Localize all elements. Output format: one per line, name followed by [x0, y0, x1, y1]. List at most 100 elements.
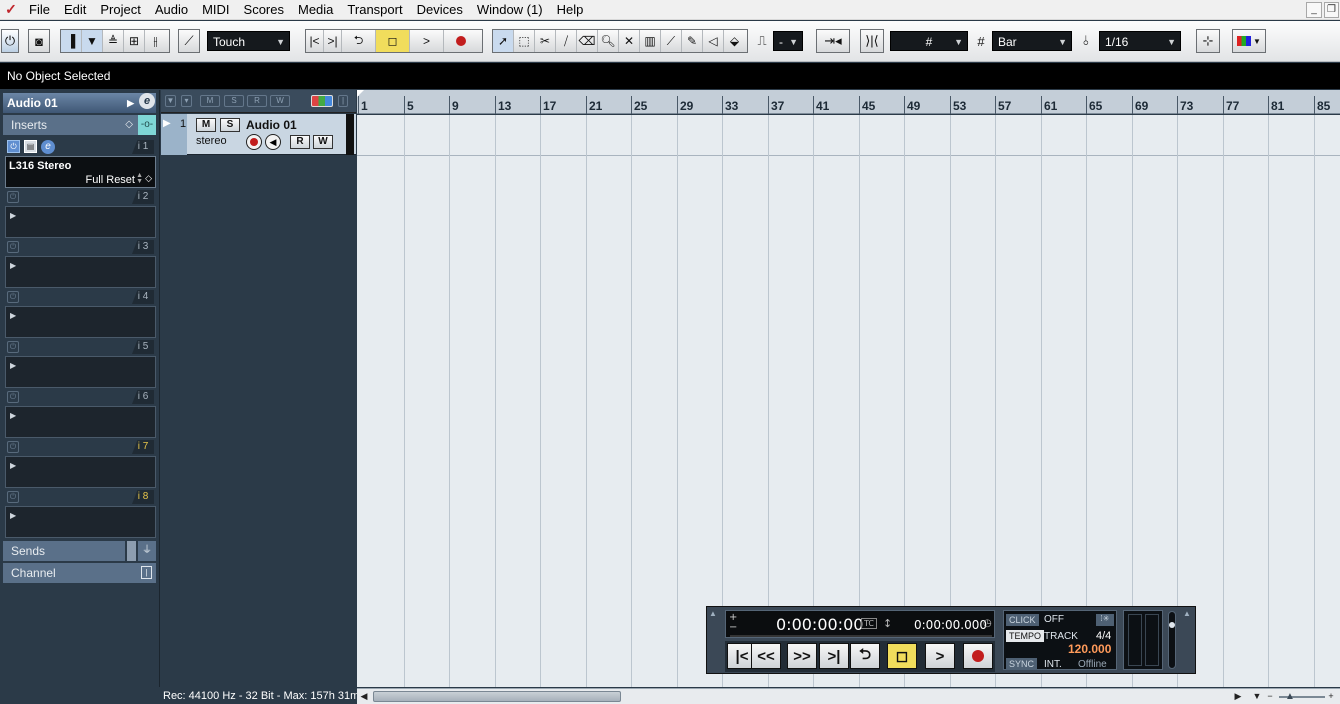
menu-help[interactable]: Help: [550, 0, 591, 20]
fast-forward-icon[interactable]: >>: [787, 643, 817, 669]
collapse-icon[interactable]: ▾: [181, 95, 192, 107]
power-icon[interactable]: ⏻: [7, 391, 19, 403]
menu-transport[interactable]: Transport: [340, 0, 409, 20]
insert-slot-8[interactable]: ▶: [5, 506, 156, 538]
power-icon[interactable]: ⏻: [7, 491, 19, 503]
insert-slot-1[interactable]: L316 Stereo Full Reset ▲ ▼ ◇: [5, 156, 156, 188]
constrain-delay-button[interactable]: ◙: [28, 29, 50, 53]
track-list-options-icon[interactable]: |: [338, 95, 348, 107]
mute-button[interactable]: M: [196, 118, 216, 132]
primary-time[interactable]: 0:00:00:00: [776, 615, 863, 634]
snap-grid-icon[interactable]: #: [972, 29, 990, 53]
power-icon[interactable]: ⏻: [7, 140, 20, 153]
quantize-preset-select[interactable]: 1/16 ▼: [1099, 31, 1181, 51]
snap-mode-select[interactable]: # ▼: [890, 31, 968, 51]
color-palette-button[interactable]: ▼: [1232, 29, 1266, 53]
infoline-toggle-icon[interactable]: ▼: [82, 30, 103, 52]
preset-stepper-icon[interactable]: ▲ ▼: [136, 172, 143, 185]
menu-media[interactable]: Media: [291, 0, 340, 20]
position-slider[interactable]: [730, 635, 992, 637]
go-to-start-icon[interactable]: |<: [306, 30, 324, 52]
mute-tool-icon[interactable]: ✕: [619, 30, 640, 52]
channel-section-header[interactable]: Channel |: [3, 563, 156, 583]
click-toggle[interactable]: CLICK: [1006, 614, 1039, 626]
insert-slot-4[interactable]: ▶: [5, 306, 156, 338]
power-icon[interactable]: ⏻: [7, 341, 19, 353]
menu-midi[interactable]: MIDI: [195, 0, 236, 20]
cycle-icon[interactable]: ⮌: [850, 643, 880, 669]
add-track-icon[interactable]: ▼: [165, 95, 176, 107]
split-tool-icon[interactable]: ✂: [535, 30, 556, 52]
nudge-minus-icon[interactable]: −: [729, 622, 737, 633]
panel-expand-icon[interactable]: ▲: [1183, 609, 1192, 618]
scroll-right-icon[interactable]: ▶: [1231, 690, 1245, 703]
track-audio-01[interactable]: ▶ 1 M S Audio 01 stereo ◀ R W: [161, 114, 356, 155]
zoom-presets-icon[interactable]: ▼: [1250, 690, 1264, 703]
bar-ruler[interactable]: 1 5 9 13 17 21 25 29 33 37 41 45 49 53 57 61 65 69 73 77 81 8…: [357, 90, 1340, 114]
record-icon[interactable]: [444, 30, 478, 52]
swap-time-icon[interactable]: ↕: [883, 617, 892, 630]
global-mute-icon[interactable]: M: [200, 95, 220, 107]
inserts-section-header[interactable]: Inserts ◇: [3, 115, 139, 135]
inserts-bypass-icon[interactable]: -o-: [138, 115, 156, 135]
tempo-toggle[interactable]: TEMPO: [1006, 630, 1045, 642]
automation-mode-icon[interactable]: ⟋: [178, 29, 200, 53]
menu-file[interactable]: File: [22, 0, 57, 20]
quantize-icon[interactable]: ⫰: [1077, 29, 1095, 53]
overview-toggle-icon[interactable]: ≜: [103, 30, 124, 52]
inspector-track-title[interactable]: Audio 01 ▶: [3, 93, 156, 113]
read-automation-button[interactable]: R: [290, 135, 310, 149]
quantize-settings-button[interactable]: ⊹: [1196, 29, 1220, 53]
sends-bypass-icon[interactable]: ⏚: [138, 541, 156, 561]
insert-slot-5[interactable]: ▶: [5, 356, 156, 388]
zoom-in-icon[interactable]: +: [1324, 690, 1338, 703]
menu-scores[interactable]: Scores: [237, 0, 291, 20]
menu-window[interactable]: Window (1): [470, 0, 550, 20]
menu-edit[interactable]: Edit: [57, 0, 93, 20]
record-enable-button[interactable]: [246, 134, 262, 150]
autoscroll-button[interactable]: ⇥◂: [816, 29, 850, 53]
pool-toggle-icon[interactable]: ⊞: [124, 30, 145, 52]
menu-devices[interactable]: Devices: [410, 0, 470, 20]
monitor-button[interactable]: ◀: [265, 134, 281, 150]
time-format-badge[interactable]: TC: [861, 618, 878, 629]
automation-mode-select[interactable]: Touch ▼: [207, 31, 290, 51]
go-to-end-icon[interactable]: >|: [819, 643, 849, 669]
time-signature[interactable]: 4/4: [1096, 630, 1111, 642]
track-nudge-select[interactable]: - ▼: [773, 31, 803, 51]
cycle-icon[interactable]: ⮌: [342, 30, 376, 52]
play-icon[interactable]: >: [925, 643, 955, 669]
write-automation-button[interactable]: W: [313, 135, 333, 149]
rewind-icon[interactable]: <<: [751, 643, 781, 669]
minimize-icon[interactable]: _: [1306, 2, 1322, 18]
scroll-left-icon[interactable]: ◀: [357, 690, 371, 703]
global-read-icon[interactable]: R: [247, 95, 267, 107]
insert-slot-6[interactable]: ▶: [5, 406, 156, 438]
zoom-tool-icon[interactable]: 🔍︎: [598, 30, 619, 52]
diamond-icon[interactable]: ◇: [145, 173, 152, 184]
mixer-toggle-icon[interactable]: ⫲: [145, 30, 166, 52]
track-colors-icon[interactable]: [311, 95, 333, 107]
event-display[interactable]: [357, 115, 1340, 687]
scroll-thumb[interactable]: [373, 691, 621, 702]
menu-audio[interactable]: Audio: [148, 0, 195, 20]
play-icon[interactable]: >: [410, 30, 444, 52]
draw-tool-icon[interactable]: ✎: [682, 30, 703, 52]
click-settings-icon[interactable]: ⁞✳: [1096, 614, 1114, 626]
stop-icon[interactable]: ◻: [887, 643, 917, 669]
stop-icon[interactable]: ◻: [376, 30, 410, 52]
insert-slot-7[interactable]: ▶: [5, 456, 156, 488]
panel-collapse-icon[interactable]: ▲: [709, 609, 718, 618]
menu-project[interactable]: Project: [93, 0, 147, 20]
time-warp-tool-icon[interactable]: ⟋: [661, 30, 682, 52]
zoom-slider-thumb-icon[interactable]: ▲: [1285, 691, 1295, 702]
power-icon[interactable]: ⏻: [7, 441, 19, 453]
solo-button[interactable]: S: [220, 118, 240, 132]
sync-toggle[interactable]: SYNC: [1006, 658, 1038, 670]
record-button[interactable]: [963, 643, 993, 669]
range-selection-tool-icon[interactable]: ⬚: [514, 30, 535, 52]
insert-slot-3[interactable]: ▶: [5, 256, 156, 288]
bypass-icon[interactable]: ▤: [24, 140, 37, 153]
volume-slider-knob[interactable]: [1169, 622, 1175, 628]
global-solo-icon[interactable]: S: [224, 95, 244, 107]
